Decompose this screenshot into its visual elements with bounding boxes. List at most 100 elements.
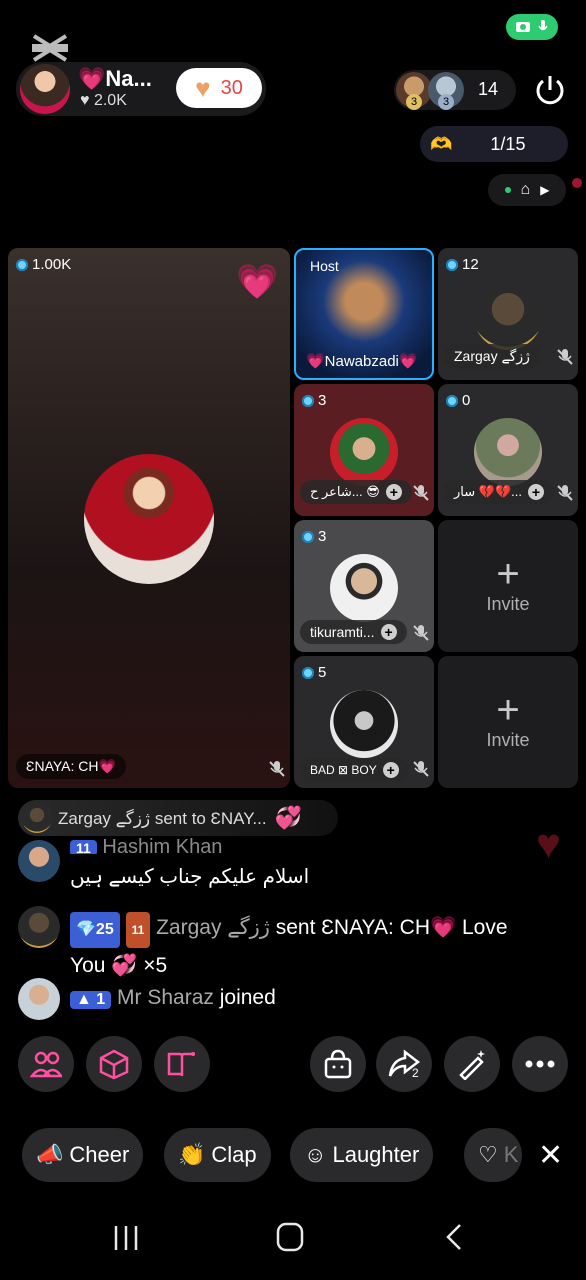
mic-muted-icon <box>413 485 429 501</box>
users-button[interactable] <box>18 1036 74 1092</box>
chat-text-2a: sent ƐNAYA: CH💗 Love <box>269 916 508 939</box>
gift-sender-avatar <box>22 803 52 833</box>
chat-name-2[interactable]: Zargay ژزگے <box>156 916 270 939</box>
seat5-name-pill[interactable]: tikuramti... + <box>300 620 407 644</box>
seat7-name-pill[interactable]: BAD ⊠ BOY + <box>300 758 409 782</box>
seat5-avatar[interactable] <box>330 554 398 622</box>
rank-pill[interactable]: 🫶 1/15 <box>420 126 568 162</box>
add-icon[interactable]: + <box>380 624 397 640</box>
seat5-coins-value: 3 <box>318 528 327 545</box>
coin-icon <box>16 258 28 271</box>
seat-tile-3[interactable]: 3 شاعر ح... 😎 + <box>294 384 434 516</box>
red-dot <box>572 178 582 188</box>
seat4-name-pill[interactable]: سار 💔💔... + <box>444 480 554 504</box>
mic-icon <box>538 20 548 31</box>
online-dot <box>504 187 511 193</box>
viewer-count: 14 <box>478 79 499 99</box>
level-badge: 11 <box>70 840 97 854</box>
cheer-icon: 📣 <box>36 1142 64 1167</box>
room-controls[interactable]: ⌂ ▶ <box>488 174 566 206</box>
rank-icon: 🫶 <box>430 133 453 154</box>
main-name-pill[interactable]: ƐNAYA: CH💗 <box>16 754 126 779</box>
gift-heart-icon: 💞 <box>274 805 302 830</box>
host-label: Host <box>310 258 339 274</box>
add-icon[interactable]: + <box>527 484 544 500</box>
laughter-label: Laughter <box>332 1142 420 1167</box>
seat-tile-4[interactable]: 0 سار 💔💔... + <box>438 384 578 516</box>
viewers-group[interactable]: 3 3 14 <box>394 70 516 110</box>
seat2-coins-value: 12 <box>462 256 479 273</box>
add-icon[interactable]: + <box>382 762 399 778</box>
users-icon <box>30 1051 62 1078</box>
invite-seat-2[interactable]: + Invite <box>438 656 578 788</box>
seat3-coins: 3 <box>302 392 326 409</box>
close-icon[interactable]: ✕ <box>538 1138 563 1173</box>
host-card[interactable]: 💗Na... ♥ 2.0K ♥ 30 <box>16 62 266 116</box>
seat2-avatar[interactable] <box>474 282 542 350</box>
chat-avatar-3[interactable] <box>18 978 60 1020</box>
chat-header-1: 11 Hashim Khan <box>70 836 222 854</box>
capcut-logo <box>32 34 68 62</box>
fourth-reaction-label: K <box>503 1142 519 1167</box>
seat3-name-pill[interactable]: شاعر ح... 😎 + <box>300 480 412 504</box>
clap-button[interactable]: 👏 Clap <box>164 1128 271 1182</box>
main-seat-tile[interactable]: 1.00K 💗 ƐNAYA: CH💗 <box>8 248 290 788</box>
seat7-avatar[interactable] <box>330 690 398 758</box>
seat7-coins-value: 5 <box>318 664 327 681</box>
chat-name-1[interactable]: Hashim Khan <box>102 836 222 854</box>
main-coins: 1.00K <box>16 256 71 273</box>
add-icon[interactable]: + <box>385 484 402 500</box>
chat-avatar-2[interactable] <box>18 906 60 948</box>
host-seat-tile[interactable]: Host 💗Nawabzadi💗 <box>294 248 434 380</box>
level-badge: ▲ 1 <box>70 991 112 1009</box>
coin-icon <box>302 530 314 543</box>
seat3-avatar[interactable] <box>330 418 398 486</box>
shopping-bag-icon <box>324 1049 352 1079</box>
box-button[interactable] <box>86 1036 142 1092</box>
host-seat-name: 💗Nawabzadi💗 <box>306 353 418 370</box>
seat5-name: tikuramti... <box>310 624 375 640</box>
power-icon[interactable] <box>532 72 568 108</box>
cube-icon <box>99 1049 129 1080</box>
chat-name-3[interactable]: Mr Sharaz <box>117 986 214 1009</box>
main-avatar[interactable] <box>84 454 214 584</box>
home-icon: ⌂ <box>520 181 531 198</box>
more-icon <box>525 1060 555 1068</box>
cheer-button[interactable]: 📣 Cheer <box>22 1128 144 1182</box>
shop-button[interactable] <box>310 1036 366 1092</box>
gift-button[interactable]: ♥ 30 <box>176 68 262 108</box>
host-name: 💗Na... <box>78 66 152 91</box>
home-nav-icon[interactable] <box>276 1222 304 1252</box>
seat2-name-pill[interactable]: Zargay ژزگے <box>444 344 540 369</box>
more-button[interactable] <box>512 1036 568 1092</box>
seat4-avatar[interactable] <box>474 418 542 486</box>
fourth-reaction-button[interactable]: ♡ K <box>464 1128 522 1182</box>
share-button[interactable]: 2 <box>376 1036 432 1092</box>
back-icon[interactable] <box>442 1222 466 1252</box>
clap-icon: 👏 <box>178 1142 206 1167</box>
book-button[interactable] <box>154 1036 210 1092</box>
magic-button[interactable] <box>444 1036 500 1092</box>
seat2-name: Zargay ژزگے <box>454 348 530 364</box>
invite-label: Invite <box>486 594 530 614</box>
seat-tile-2[interactable]: 12 Zargay ژزگے <box>438 248 578 380</box>
viewer-level-1: 3 <box>406 94 422 110</box>
rank-value: 1/15 <box>490 133 526 154</box>
chat-text-3: joined <box>213 986 276 1009</box>
chat-avatar-1[interactable] <box>18 840 60 882</box>
seat-tile-5[interactable]: 3 tikuramti... + <box>294 520 434 652</box>
host-avatar[interactable] <box>20 64 70 114</box>
camera-icon <box>516 22 530 32</box>
mic-muted-icon <box>269 761 285 777</box>
invite-seat-1[interactable]: + Invite <box>438 520 578 652</box>
heart-icon: ♥ <box>195 72 211 103</box>
viewer-level-2: 3 <box>438 94 454 110</box>
seat5-coins: 3 <box>302 528 326 545</box>
laughter-button[interactable]: ☺ Laughter <box>290 1128 434 1182</box>
recent-apps-icon[interactable] <box>112 1224 140 1252</box>
chat-msg-2: 💎25 11 Zargay ژزگے sent ƐNAYA: CH💗 Love … <box>70 910 570 984</box>
main-coins-value: 1.00K <box>32 256 72 273</box>
recording-indicator <box>506 14 558 40</box>
seat-tile-7[interactable]: 5 BAD ⊠ BOY + <box>294 656 434 788</box>
mic-muted-icon <box>413 625 429 641</box>
